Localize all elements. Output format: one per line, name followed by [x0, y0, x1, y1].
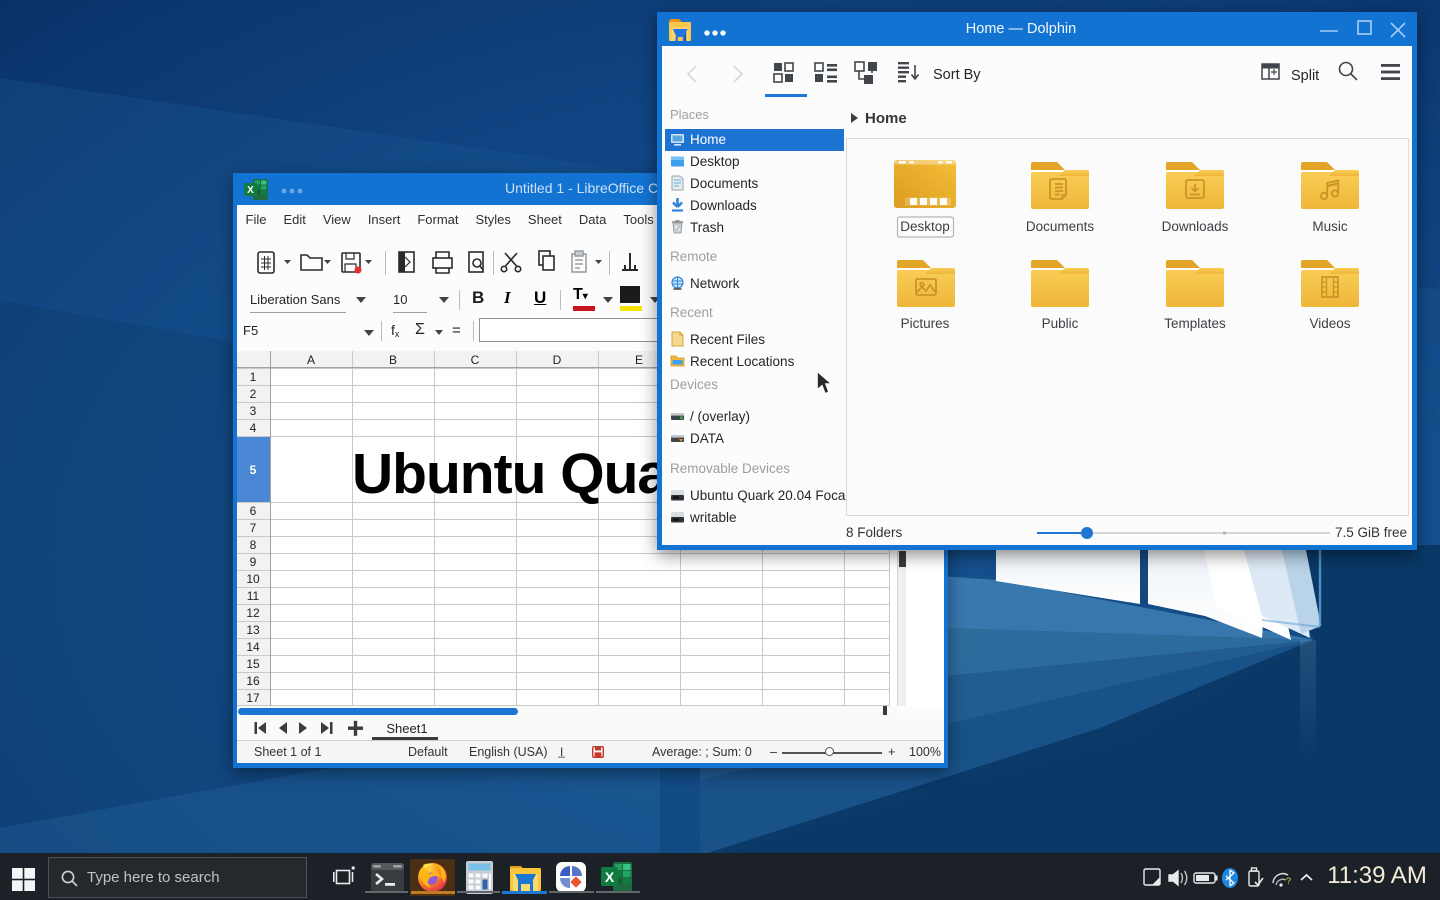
svg-text:13: 13 [246, 623, 260, 637]
svg-text:Documents: Documents [1026, 219, 1095, 234]
svg-text:15: 15 [246, 657, 260, 671]
svg-text:7: 7 [250, 521, 257, 535]
svg-text:3: 3 [250, 404, 257, 418]
svg-text:14: 14 [246, 640, 260, 654]
svg-text:16: 16 [246, 674, 260, 688]
svg-text:C: C [471, 353, 480, 367]
svg-text:10: 10 [246, 572, 260, 586]
svg-text:Pictures: Pictures [901, 316, 950, 331]
svg-text:1: 1 [250, 370, 257, 384]
svg-text:D: D [553, 353, 562, 367]
svg-text:2: 2 [250, 387, 257, 401]
svg-text:17: 17 [246, 691, 260, 705]
svg-text:A: A [307, 353, 315, 367]
svg-text:Public: Public [1042, 316, 1079, 331]
svg-text:?: ? [1286, 876, 1291, 886]
svg-text:Downloads: Downloads [1162, 219, 1229, 234]
svg-text:Videos: Videos [1309, 316, 1350, 331]
svg-text:B: B [389, 353, 397, 367]
svg-text:Sort By: Sort By [933, 67, 981, 83]
svg-text:Split: Split [1291, 68, 1319, 84]
svg-text:Music: Music [1312, 219, 1348, 234]
svg-text:5: 5 [250, 463, 257, 477]
svg-text:12: 12 [246, 606, 260, 620]
svg-text:Desktop: Desktop [900, 219, 950, 234]
svg-text:8: 8 [250, 538, 257, 552]
svg-text:9: 9 [250, 555, 257, 569]
svg-text:E: E [635, 353, 643, 367]
svg-text:Templates: Templates [1164, 316, 1226, 331]
svg-text:11: 11 [247, 589, 260, 603]
svg-text:6: 6 [250, 504, 257, 518]
svg-text:4: 4 [250, 421, 257, 435]
svg-text:X: X [605, 869, 615, 885]
